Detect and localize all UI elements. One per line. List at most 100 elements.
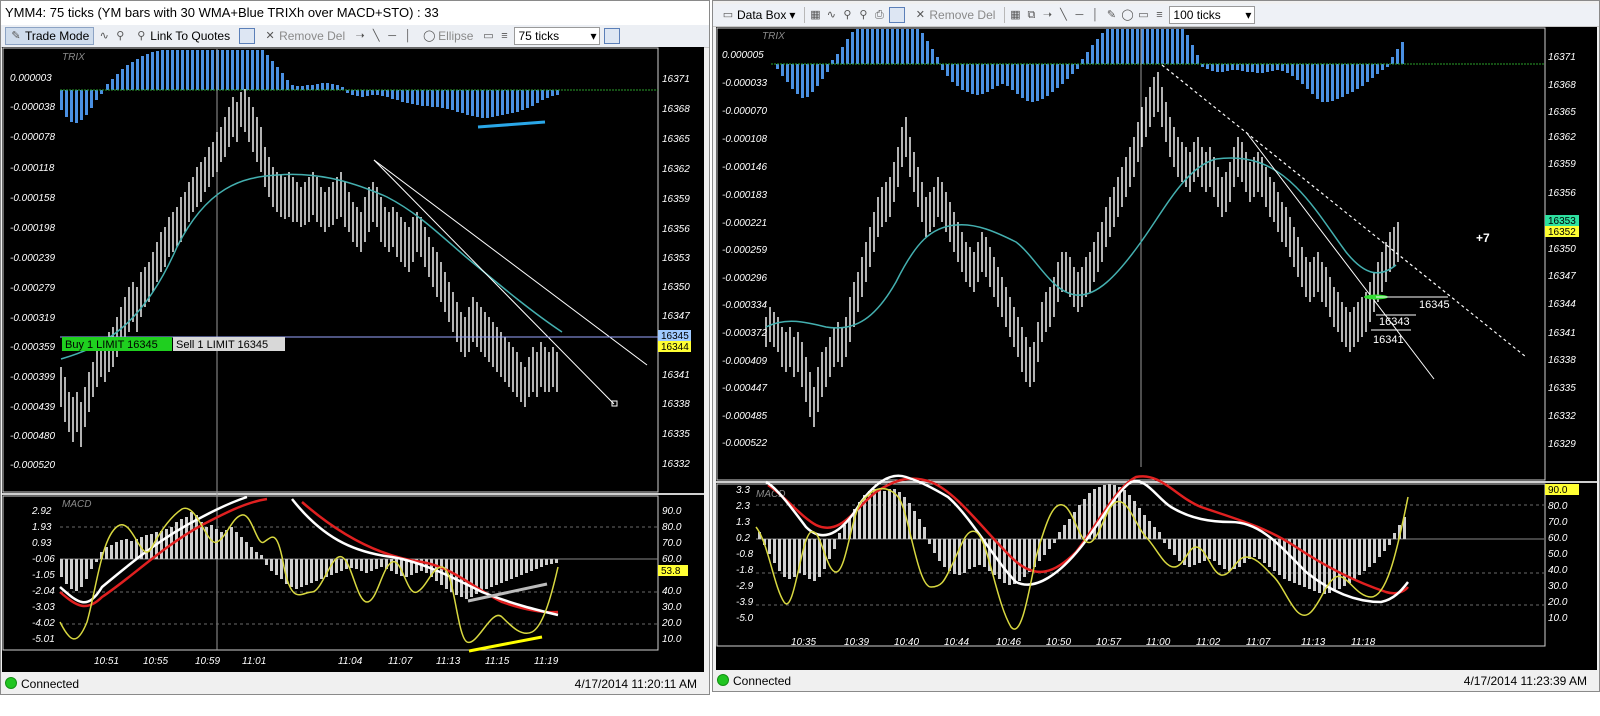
right-axis-label: 16341 (662, 370, 690, 381)
macd-right-axis-label: 10.0 (1548, 613, 1568, 624)
ellipse-tool-button[interactable]: ◯ Ellipse (418, 27, 478, 45)
macd-histogram (60, 512, 558, 599)
right-chart-svg: TRIX MACD 16345 16343 16341 +7 0.000005 … (716, 27, 1597, 648)
left-axis-label: -0.000108 (722, 134, 767, 145)
time-axis-label: 10:51 (94, 656, 119, 667)
left-axis-label: -0.000319 (10, 313, 55, 324)
zoom-in-icon[interactable]: ⚲ (841, 9, 853, 21)
window-title: YMM4: 75 ticks (YM bars with 30 WMA+Blue… (1, 1, 709, 25)
vline-tool-icon[interactable]: │ (1089, 9, 1101, 21)
right-chart-area[interactable]: TRIX MACD 16345 16343 16341 +7 0.000005 … (716, 27, 1597, 670)
arrow-tool-icon[interactable]: ➝ (1041, 9, 1053, 21)
right-axis-label: 16350 (1548, 244, 1576, 255)
draw-mode-toggle[interactable] (889, 7, 906, 23)
left-axis-label: -0.000439 (10, 402, 55, 413)
time-axis-label: 10:44 (944, 637, 969, 648)
time-axis-label: 10:46 (996, 637, 1021, 648)
left-axis-label: -0.000522 (722, 438, 767, 449)
left-axis-label: 0.000005 (722, 50, 764, 61)
left-axis-label: -0.000485 (722, 411, 767, 422)
left-axis-label: -0.000259 (722, 245, 767, 256)
status-timestamp: 4/17/2014 11:20:11 AM (574, 677, 697, 691)
link-to-quotes-button[interactable]: ⚲ Link To Quotes (130, 27, 235, 45)
macd-right-axis-label: 80.0 (662, 522, 682, 533)
left-axis-label: -0.000198 (10, 223, 55, 234)
data-box-button[interactable]: ▭ Data Box ▾ (717, 6, 800, 24)
price-tag-bottom-label: 16344 (661, 342, 689, 353)
macd-right-axis-label: 60.0 (1548, 533, 1568, 544)
macd-right-axis-label: 20.0 (661, 618, 682, 629)
trendline-handle[interactable] (611, 400, 618, 407)
zoom-out-icon[interactable]: ⚲ (857, 9, 869, 21)
copy-icon[interactable]: ⧉ (1025, 9, 1037, 21)
zoom-in-icon[interactable]: ⚲ (114, 30, 126, 42)
draw-mode-toggle[interactable] (239, 28, 256, 44)
left-chart-area[interactable]: TRIX MACD Buy 1 LIMIT 16345 Sell 1 LIMIT… (2, 47, 704, 672)
trix-histogram (776, 29, 1404, 102)
macd-right-axis-label: 40.0 (662, 586, 682, 597)
time-axis-label: 11:01 (242, 656, 266, 667)
line-tool-icon[interactable]: ╲ (1057, 9, 1069, 21)
macd-left-axis-label: -4.02 (32, 618, 55, 629)
text-tool-icon[interactable]: ≡ (498, 30, 510, 42)
ellipse-icon[interactable]: ◯ (1121, 9, 1133, 21)
remove-del-button[interactable]: ✕ Remove Del (259, 27, 350, 45)
macd-right-axis-label: 90.0 (662, 506, 682, 517)
macd-right-axis-label: 70.0 (662, 538, 682, 549)
macd-left-axis: 3.3 2.3 1.3 0.2 -0.8 -1.8 -2.9 -3.9 -5.0 (735, 485, 754, 624)
data-box-label: Data Box (737, 8, 787, 22)
line-tool-icon[interactable]: ╲ (370, 30, 382, 42)
interval-select[interactable]: 75 ticks ▾ (514, 27, 601, 45)
arrow-tool-icon[interactable]: ➝ (354, 30, 366, 42)
remove-icon: ✕ (915, 9, 925, 21)
left-axis-label: -0.000183 (722, 190, 767, 201)
stochastic-divergence-line (468, 635, 543, 653)
connection-status: Connected (733, 674, 792, 688)
vline-tool-icon[interactable]: │ (402, 30, 414, 42)
properties-button[interactable] (604, 28, 621, 44)
interval-select[interactable]: 100 ticks ▾ (1169, 6, 1256, 24)
time-axis-label: 10:35 (791, 637, 816, 648)
stochastic-line (59, 507, 559, 643)
right-axis-label: 16356 (662, 224, 690, 235)
remove-del-button[interactable]: ✕ Remove Del (909, 6, 1000, 24)
hline-tool-icon[interactable]: ─ (386, 30, 398, 42)
hline-tool-icon[interactable]: ─ (1073, 9, 1085, 21)
macd-right-axis-label: 60.0 (662, 554, 682, 565)
annotation-16345: 16345 (1419, 299, 1450, 311)
macd-left-axis-label: -0.8 (736, 549, 754, 560)
macd-left-axis-label: 0.2 (736, 533, 750, 544)
print-icon[interactable]: ⎙ (873, 9, 885, 21)
trade-mode-button[interactable]: ✎ Trade Mode (5, 27, 95, 45)
right-axis-label: 16341 (1548, 328, 1576, 339)
wma-line (765, 157, 1397, 329)
chart-style-icon[interactable]: ∿ (825, 9, 837, 21)
macd-signal-line (59, 497, 559, 614)
right-axis-label: 16359 (662, 194, 690, 205)
rectangle-tool-icon[interactable]: ▭ (1137, 9, 1149, 21)
ellipse-label: Ellipse (438, 29, 474, 43)
grid-icon[interactable]: ▦ (809, 9, 821, 21)
trix-label: TRIX (62, 52, 85, 63)
chevron-down-icon: ▾ (590, 29, 597, 43)
trix-divergence-line (477, 120, 546, 129)
text-tool-icon[interactable]: ≡ (1153, 9, 1165, 21)
interval-value: 75 ticks (518, 29, 560, 43)
chart-style-icon[interactable]: ∿ (98, 30, 110, 42)
right-axis-labels: 16371 16368 16365 16362 16359 16356 1635… (1548, 52, 1576, 450)
macd-left-axis: 2.92 1.93 0.93 -0.06 -1.05 -2.04 -3.03 -… (31, 506, 55, 645)
macd-right-axis-label: 70.0 (1548, 517, 1568, 528)
macd-right-axis-label: 20.0 (1547, 597, 1568, 608)
profit-label: +7 (1476, 231, 1490, 245)
macd-label: MACD (62, 499, 91, 510)
right-axis-label: 16365 (1548, 107, 1576, 118)
macd-left-axis-label: -5.0 (736, 613, 754, 624)
rectangle-tool-icon[interactable]: ▭ (482, 30, 494, 42)
grid-icon[interactable]: ▦ (1009, 9, 1021, 21)
left-axis-label: -0.000221 (722, 218, 767, 229)
left-axis-labels: 0.000003 -0.000038 -0.000078 -0.000118 -… (10, 73, 55, 471)
trade-mode-icon: ✎ (11, 30, 21, 42)
dotted-trendline (1161, 64, 1527, 358)
pencil-icon[interactable]: ✎ (1105, 9, 1117, 21)
price-tag-top-label: 16345 (661, 331, 689, 342)
